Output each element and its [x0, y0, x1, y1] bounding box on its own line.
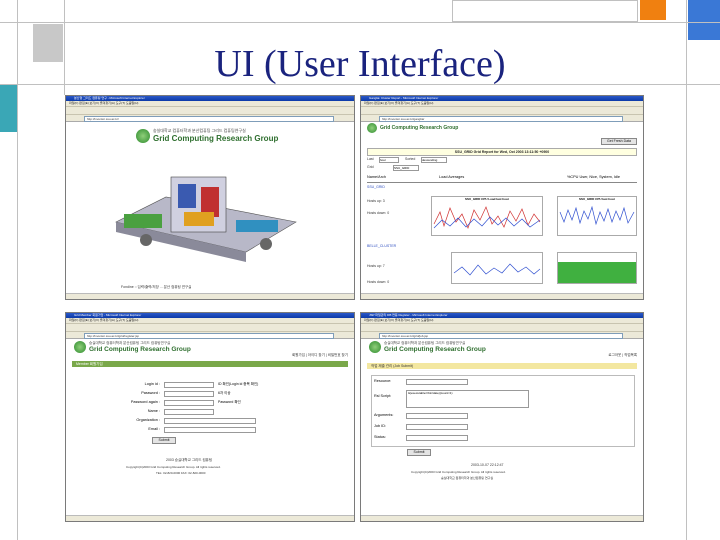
screenshot-job-submit: JSP 파일관리 DB 연동 Register - Microsoft Inte…: [360, 312, 644, 522]
form-row: Password again : Password 확인: [130, 400, 241, 406]
machine-illustration: [115, 176, 297, 262]
submit-button[interactable]: Submit: [152, 437, 176, 444]
toolbar: [361, 324, 643, 332]
hosts-up: Hosts up: 7: [367, 264, 385, 268]
cluster-link[interactable]: SSU_GRID: [367, 185, 385, 189]
table-header: Name/Arch Load Averages %CPU User, Nice,…: [367, 174, 637, 183]
hosts-down: Hosts down: 0: [367, 280, 390, 284]
group-logo: Grid Computing Research Group: [367, 123, 458, 133]
footer-line-2: Copyright(C)2003 Grid Computing Research…: [126, 465, 221, 469]
cpu-series: [559, 205, 635, 226]
form-row: Status:: [372, 432, 634, 443]
address-bar: http://inventor.ssu.ac.kr/grid/job.jsp: [361, 332, 643, 339]
last-select[interactable]: hour: [379, 157, 399, 163]
deco-teal-block: [0, 84, 17, 132]
hosts-up: Hosts up: 3: [367, 199, 385, 203]
job-id-input[interactable]: [406, 424, 468, 430]
form-row: Job ID:: [372, 421, 634, 432]
submit-button[interactable]: Submit: [407, 449, 431, 456]
form-row: Email :: [96, 426, 336, 435]
deco-blue-block: [688, 0, 720, 40]
cluster2-load-series: [453, 263, 541, 276]
deco-line-h1: [0, 22, 720, 23]
cluster2-load-chart: [451, 252, 543, 284]
address-input[interactable]: http://inventor.ssu.ac.kr/: [84, 116, 334, 122]
password-input[interactable]: [164, 391, 214, 397]
sorted-select[interactable]: descending: [421, 157, 447, 163]
top-right-links[interactable]: 로그아웃 | 작업목록: [608, 353, 637, 358]
screenshot-grid-homepage: 분산형 그리드 컴퓨팅 연구 - Microsoft Internet Expl…: [65, 95, 355, 300]
hosts-down: Hosts down: 0: [367, 211, 390, 215]
footer-line-3: 숭실대학교 컴퓨터학과 분산컴퓨팅 연구실: [441, 476, 494, 480]
grid-logo-icon: [136, 128, 150, 143]
deco-outline-box: [452, 0, 638, 22]
screenshot-member-register: Grid Member 회원가입 - Microsoft Internet Ex…: [65, 312, 355, 522]
email-input[interactable]: [164, 427, 256, 433]
get-fresh-data-button[interactable]: Get Fresh Data: [601, 138, 637, 145]
status-bar: [361, 293, 643, 299]
cluster2-cpu-chart: [557, 252, 637, 284]
resource-input[interactable]: [406, 379, 468, 385]
status-bar: [66, 293, 354, 299]
grid-logo-icon: [367, 123, 377, 133]
grid-label: Grid: [367, 165, 374, 169]
address-bar: http://inventor.ssu.ac.kr/: [66, 115, 354, 122]
rsl-script-textarea[interactable]: &(executable=/bin/date)(count=1): [406, 390, 529, 408]
form-row: Password : 6자 이상: [141, 391, 231, 397]
name-input[interactable]: [164, 409, 214, 415]
form-row: Arguments:: [372, 410, 634, 421]
form-header: Member 회원가입: [72, 361, 348, 367]
title-bar: JSP 파일관리 DB 연동 Register - Microsoft Inte…: [361, 313, 643, 318]
grid-logo-icon: [369, 341, 381, 353]
grid-logo-icon: [74, 341, 86, 353]
footer-line-1: 2003-10-07 22:12:47: [471, 463, 504, 467]
address-input[interactable]: http://inventor.ssu.ac.kr/grid/job.jsp: [379, 333, 623, 339]
address-input[interactable]: http://inventor.ssu.ac.kr/grid/register.…: [84, 333, 334, 339]
group-logo: 숭실대학교 컴퓨터학과 분산컴퓨팅 그리드 컴퓨팅연구실 Grid Comput…: [369, 341, 486, 353]
report-title: SSU_GRID Grid Report for Wed, Oct 2003 1…: [367, 148, 637, 156]
footer-line-2: Copyright(C)2003 Grid Computing Research…: [411, 470, 506, 474]
password-again-input[interactable]: [164, 400, 214, 406]
top-right-links[interactable]: 회원가입 | 아이디 찾기 | 비밀번호 찾기: [292, 353, 348, 358]
toolbar: [66, 324, 354, 332]
group-logo: 숭실대학교 컴퓨터학과 분산컴퓨팅 그리드 컴퓨팅연구실 Grid Comput…: [74, 341, 191, 353]
deco-orange-block: [640, 0, 666, 20]
screenshot-ganglia-report: Ganglia: Cluster Report - Microsoft Inte…: [360, 95, 644, 300]
status-input[interactable]: [406, 435, 468, 441]
title-bar: Grid Member 회원가입 - Microsoft Internet Ex…: [66, 313, 354, 318]
address-bar: http://inventor.ssu.ac.kr/ganglia/: [361, 115, 643, 122]
status-bar: [361, 515, 643, 521]
group-logo: 숭실대학교 컴퓨터학과 분산컴퓨팅 그리드 컴퓨팅연구실 Grid Comput…: [136, 128, 278, 143]
toolbar: [361, 107, 643, 115]
status-bar: [66, 515, 354, 521]
page-footer: Fondine :: 입력/출력/저장 ... 분산 컴퓨팅 연구실: [121, 285, 192, 289]
login-id-input[interactable]: [164, 382, 214, 388]
last-label: Last: [367, 157, 374, 161]
register-form: Login id : ID 확인(Login id 중복 확인) Passwor…: [96, 381, 336, 435]
job-form: Resource: Rsl Script: &(executable=/bin/…: [371, 375, 635, 447]
organization-input[interactable]: [164, 418, 256, 424]
toolbar: [66, 107, 354, 115]
cluster-link[interactable]: BELLE_CLUSTER: [367, 244, 396, 248]
cpu-usage-chart: SSU_GRID CPU last hour: [557, 196, 637, 236]
grid-select[interactable]: SSU_GRID: [393, 165, 419, 171]
title-bar: Ganglia: Cluster Report - Microsoft Inte…: [361, 96, 643, 101]
footer-line-3: TEL: 02-820-0000 FAX: 02-820-0000: [156, 471, 206, 475]
address-bar: http://inventor.ssu.ac.kr/grid/register.…: [66, 332, 354, 339]
load-series: [433, 206, 541, 229]
form-row: Organization :: [96, 417, 336, 426]
sorted-label: Sorted: [405, 157, 416, 161]
form-header: 작업 제출 관리 (Job Submit): [367, 363, 637, 369]
form-row: Resource:: [372, 376, 634, 388]
arguments-input[interactable]: [406, 413, 468, 419]
slide-title: UI (User Interface): [214, 43, 506, 85]
form-row: Rsl Script: &(executable=/bin/date)(coun…: [372, 388, 634, 410]
address-input[interactable]: http://inventor.ssu.ac.kr/ganglia/: [379, 116, 623, 122]
footer-line-1: 2003 숭실대학교 그리드 컴퓨팅: [166, 458, 213, 462]
title-bar: 분산형 그리드 컴퓨팅 연구 - Microsoft Internet Expl…: [66, 96, 354, 101]
form-row: Name :: [96, 408, 336, 417]
cpu-load-chart: SSU_GRID CPU Load last hour: [431, 196, 543, 236]
form-row: Login id : ID 확인(Login id 중복 확인): [144, 382, 259, 388]
